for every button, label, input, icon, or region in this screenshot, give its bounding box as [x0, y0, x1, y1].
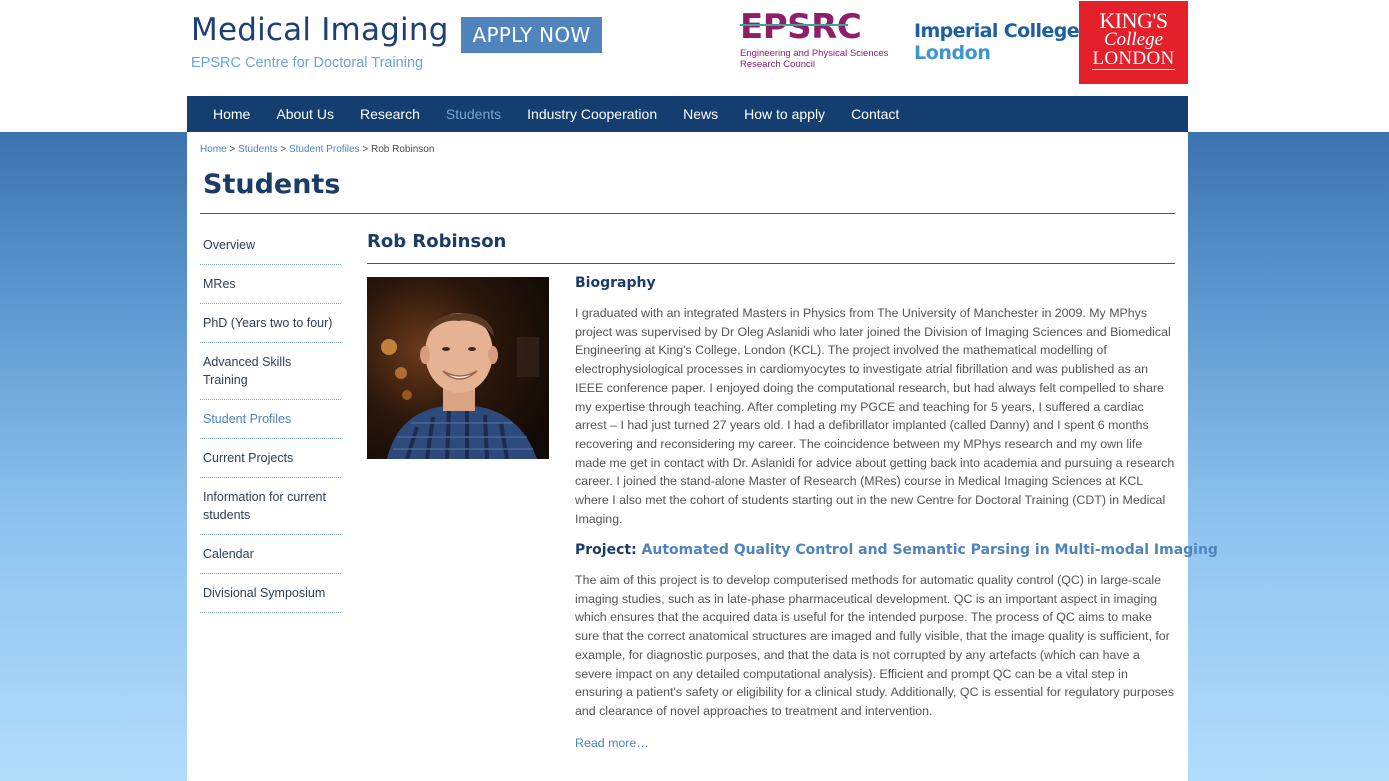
sidebar-item-overview[interactable]: Overview — [200, 226, 341, 265]
epsrc-logo-line — [740, 24, 848, 26]
apply-now-button[interactable]: APPLY NOW — [461, 17, 602, 53]
breadcrumb-separator: > — [362, 144, 369, 155]
biography-heading: Biography — [575, 275, 656, 291]
nav-industry-cooperation[interactable]: Industry Cooperation — [527, 106, 657, 122]
breadcrumb-home[interactable]: Home — [200, 144, 227, 155]
breadcrumb: Home > Students > Student Profiles > Rob… — [200, 144, 434, 155]
breadcrumb-separator: > — [229, 144, 236, 155]
nav-research[interactable]: Research — [360, 106, 420, 122]
imperial-logo-line2: London — [914, 42, 991, 64]
epsrc-logo-line2: Research Council — [740, 59, 815, 70]
breadcrumb-current: Rob Robinson — [371, 144, 435, 155]
read-more-link[interactable]: Read more… — [575, 736, 649, 750]
kings-college-logo[interactable]: KING'S College LONDON — [1079, 1, 1188, 84]
main-nav: Home About Us Research Students Industry… — [187, 96, 1188, 132]
imperial-logo-line1: Imperial College — [914, 20, 1080, 42]
profile-name: Rob Robinson — [367, 231, 507, 252]
nav-about-us[interactable]: About Us — [276, 106, 334, 122]
site-subtitle: EPSRC Centre for Doctoral Training — [191, 55, 424, 71]
epsrc-logo-line1: Engineering and Physical Sciences — [740, 48, 889, 59]
epsrc-logo[interactable]: EPSRC Engineering and Physical Sciences … — [740, 10, 900, 75]
profile-photo — [367, 277, 549, 459]
content-panel: Home > Students > Student Profiles > Rob… — [187, 132, 1218, 781]
profile-divider — [367, 263, 1175, 264]
sidebar-item-divisional-symposium[interactable]: Divisional Symposium — [200, 574, 341, 613]
sidebar-nav: Overview MRes PhD (Years two to four) Ad… — [200, 226, 341, 613]
biography-text: I graduated with an integrated Masters i… — [575, 306, 1175, 526]
breadcrumb-separator: > — [280, 144, 287, 155]
imperial-college-logo[interactable]: Imperial College London — [914, 20, 1080, 64]
sidebar-item-calendar[interactable]: Calendar — [200, 535, 341, 574]
sidebar-item-mres[interactable]: MRes — [200, 265, 341, 304]
sidebar-item-student-profiles[interactable]: Student Profiles — [200, 400, 341, 439]
nav-students[interactable]: Students — [446, 106, 501, 122]
nav-contact[interactable]: Contact — [851, 106, 899, 122]
sidebar-item-advanced-skills-training[interactable]: Advanced Skills Training — [200, 343, 341, 400]
kcl-logo-line2: College — [1103, 29, 1164, 50]
site-title[interactable]: Medical Imaging — [191, 12, 449, 48]
nav-home[interactable]: Home — [213, 106, 250, 122]
page-title: Students — [203, 169, 341, 200]
profile-photo-image — [367, 277, 549, 459]
nav-news[interactable]: News — [683, 106, 718, 122]
sidebar-item-current-projects[interactable]: Current Projects — [200, 439, 341, 478]
project-heading: Project: Automated Quality Control and S… — [575, 542, 1218, 558]
sidebar-item-information-for-current-students[interactable]: Information for current students — [200, 478, 341, 535]
kcl-logo-line3: LONDON — [1092, 48, 1175, 70]
project-title-link[interactable]: Automated Quality Control and Semantic P… — [642, 542, 1218, 558]
breadcrumb-students[interactable]: Students — [238, 144, 277, 155]
sidebar-item-phd[interactable]: PhD (Years two to four) — [200, 304, 341, 343]
title-divider — [200, 213, 1175, 214]
kcl-logo-line1: KING'S — [1099, 8, 1168, 33]
project-text: The aim of this project is to develop co… — [575, 573, 1175, 718]
epsrc-logo-wordmark: EPSRC — [740, 7, 862, 47]
nav-how-to-apply[interactable]: How to apply — [744, 106, 825, 122]
project-label: Project: — [575, 542, 637, 558]
breadcrumb-student-profiles[interactable]: Student Profiles — [289, 144, 360, 155]
